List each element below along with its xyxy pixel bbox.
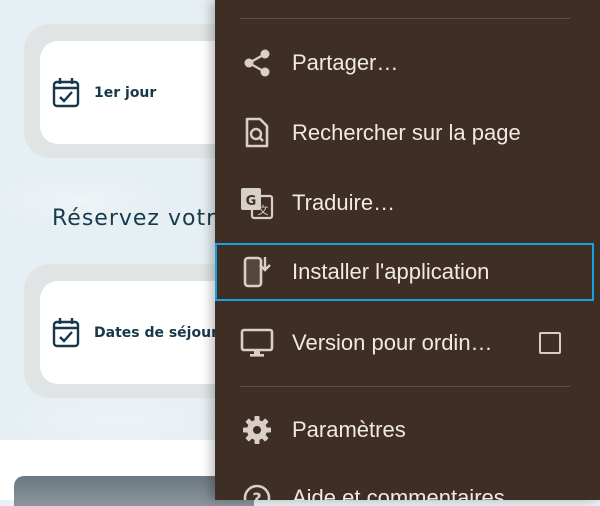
find-in-page-icon <box>239 115 275 151</box>
calendar-check-icon <box>52 77 80 109</box>
menu-divider <box>240 18 570 19</box>
calendar-check-icon <box>52 317 80 349</box>
desktop-icon <box>239 325 275 361</box>
stay-dates-label: Dates de séjour <box>94 324 218 341</box>
share-icon <box>239 45 275 81</box>
svg-text:G: G <box>246 194 257 209</box>
menu-item-label: Aide et commentaires <box>292 485 505 500</box>
install-app-icon <box>239 254 275 290</box>
menu-item-find-in-page[interactable]: Rechercher sur la page <box>215 101 600 165</box>
gear-icon <box>239 412 275 448</box>
desktop-site-checkbox[interactable] <box>539 332 561 354</box>
menu-item-settings[interactable]: Paramètres <box>215 398 600 462</box>
first-day-label: 1er jour <box>94 84 157 101</box>
menu-item-help[interactable]: ? Aide et commentaires <box>215 466 600 500</box>
translate-icon: G 文 <box>239 185 275 221</box>
menu-item-label: Installer l'application <box>292 259 490 284</box>
menu-item-label: Paramètres <box>292 417 406 442</box>
browser-overflow-menu: Partager… Rechercher sur la page G 文 Tra… <box>215 0 600 500</box>
menu-item-translate[interactable]: G 文 Traduire… <box>215 171 600 235</box>
menu-item-label: Version pour ordin… <box>292 330 493 355</box>
menu-item-label: Partager… <box>292 50 399 75</box>
svg-text:文: 文 <box>258 203 269 217</box>
help-icon: ? <box>239 480 275 500</box>
menu-item-desktop-site[interactable]: Version pour ordin… <box>215 311 600 375</box>
menu-item-label: Rechercher sur la page <box>292 120 521 145</box>
menu-item-share[interactable]: Partager… <box>215 31 600 95</box>
menu-item-install-app[interactable]: Installer l'application <box>215 243 594 301</box>
menu-divider <box>240 386 570 387</box>
section-title: Réservez votr <box>52 206 217 231</box>
menu-item-label: Traduire… <box>292 190 396 215</box>
svg-text:?: ? <box>252 489 261 500</box>
